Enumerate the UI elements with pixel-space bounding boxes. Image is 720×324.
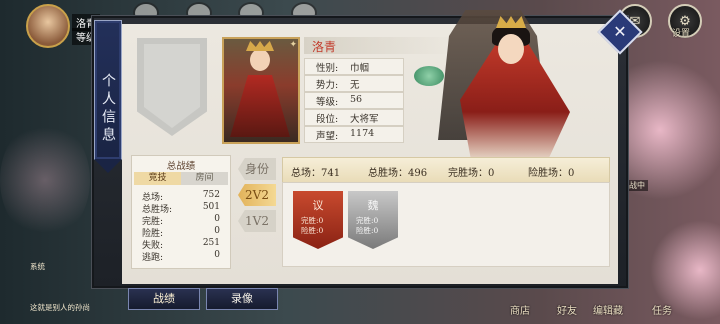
- badge-card[interactable]: 议 完胜:0 险胜:0: [293, 191, 343, 249]
- chat-line: 这就是别人的孙尚: [30, 303, 90, 312]
- attr-gender: 性别: 巾帼: [304, 58, 404, 75]
- hero-illustration: [400, 10, 580, 160]
- nav-shop[interactable]: 商店: [510, 302, 530, 317]
- stat-value: 752: [202, 190, 220, 200]
- badge-line: 险胜:0: [356, 226, 379, 235]
- attr-rank: 段位: 大将军: [304, 109, 404, 126]
- stats-tab-group: 竞技 房间: [134, 172, 228, 185]
- badge-title: 魏: [367, 199, 379, 212]
- stat-row: 总场: 752: [136, 190, 226, 203]
- player-avatar[interactable]: [26, 4, 70, 48]
- stat-row: 险胜: 0: [136, 226, 226, 239]
- attr-prestige: 声望: 1174: [304, 126, 404, 143]
- attr-key: 性别:: [316, 63, 339, 74]
- stat-value: 0: [214, 214, 220, 224]
- stat-row: 完胜: 0: [136, 214, 226, 227]
- stat-row: 失败: 251: [136, 238, 226, 251]
- hero-name: 洛青: [312, 40, 337, 54]
- tab-personal-info-label: 个人信息: [100, 73, 116, 145]
- mode-tab-2v2[interactable]: 2V2: [238, 184, 276, 206]
- stat-value: 501: [202, 202, 220, 212]
- battle-record-button[interactable]: 战绩: [128, 288, 200, 310]
- badge-card[interactable]: 魏 完胜:0 险胜:0: [348, 191, 398, 249]
- replay-button[interactable]: 录像: [206, 288, 278, 310]
- mode-tab-1v2[interactable]: 1V2: [238, 210, 276, 232]
- badge-line: 险胜:0: [301, 226, 324, 235]
- attr-value: 巾帼: [350, 63, 370, 74]
- nav-edit[interactable]: 编辑藏: [593, 302, 623, 317]
- portrait-corner-icon: ✦: [289, 40, 297, 50]
- attr-value: 56: [350, 94, 363, 105]
- tab-room[interactable]: 房间: [181, 172, 228, 185]
- stat-value: 251: [202, 238, 220, 248]
- nav-tasks[interactable]: 任务: [652, 302, 672, 317]
- chat-panel[interactable]: 系统 这就是别人的孙尚: [30, 255, 92, 312]
- hero-portrait[interactable]: ✦: [222, 37, 300, 144]
- mode-perfect: 完胜场：0: [448, 168, 495, 179]
- tab-competitive[interactable]: 竞技: [134, 172, 181, 185]
- stat-key: 逃跑:: [142, 253, 164, 263]
- attr-key: 段位:: [316, 114, 339, 125]
- nav-friends[interactable]: 好友: [557, 302, 577, 317]
- chat-line: 系统: [30, 262, 45, 271]
- badge-title: 议: [312, 199, 324, 212]
- mode-stats-header: 总场：741 总胜场：496 完胜场：0 险胜场：0: [282, 157, 610, 183]
- attr-key: 等级:: [316, 97, 339, 108]
- attr-value: 无: [350, 80, 360, 91]
- settings-label: 设置: [672, 29, 691, 39]
- tab-personal-info[interactable]: 个人信息: [94, 20, 122, 173]
- overall-stats-card: 总战绩 竞技 房间 总场: 752 总胜场: 501 完胜: 0 险胜: 0 失败: 25…: [131, 155, 231, 269]
- attr-value: 大将军: [350, 114, 379, 125]
- stat-row: 总胜场: 501: [136, 202, 226, 215]
- stat-value: 0: [214, 250, 220, 260]
- side-hint: 战中: [626, 180, 648, 191]
- attr-faction: 势力: 无: [304, 75, 404, 92]
- attr-key: 声望:: [316, 131, 339, 142]
- attr-value: 1174: [350, 128, 375, 139]
- mode-wins: 总胜场：496: [368, 168, 428, 179]
- stat-row: 逃跑: 0: [136, 250, 226, 263]
- mode-total: 总场：741: [291, 168, 341, 179]
- stat-value: 0: [214, 226, 220, 236]
- attr-level: 等级: 56: [304, 92, 404, 109]
- mode-tab-identity[interactable]: 身份: [238, 158, 276, 180]
- mode-close: 险胜场：0: [528, 168, 575, 179]
- close-icon: ✕: [613, 22, 627, 41]
- stats-title: 总战绩: [166, 161, 196, 172]
- attr-key: 势力:: [316, 80, 339, 91]
